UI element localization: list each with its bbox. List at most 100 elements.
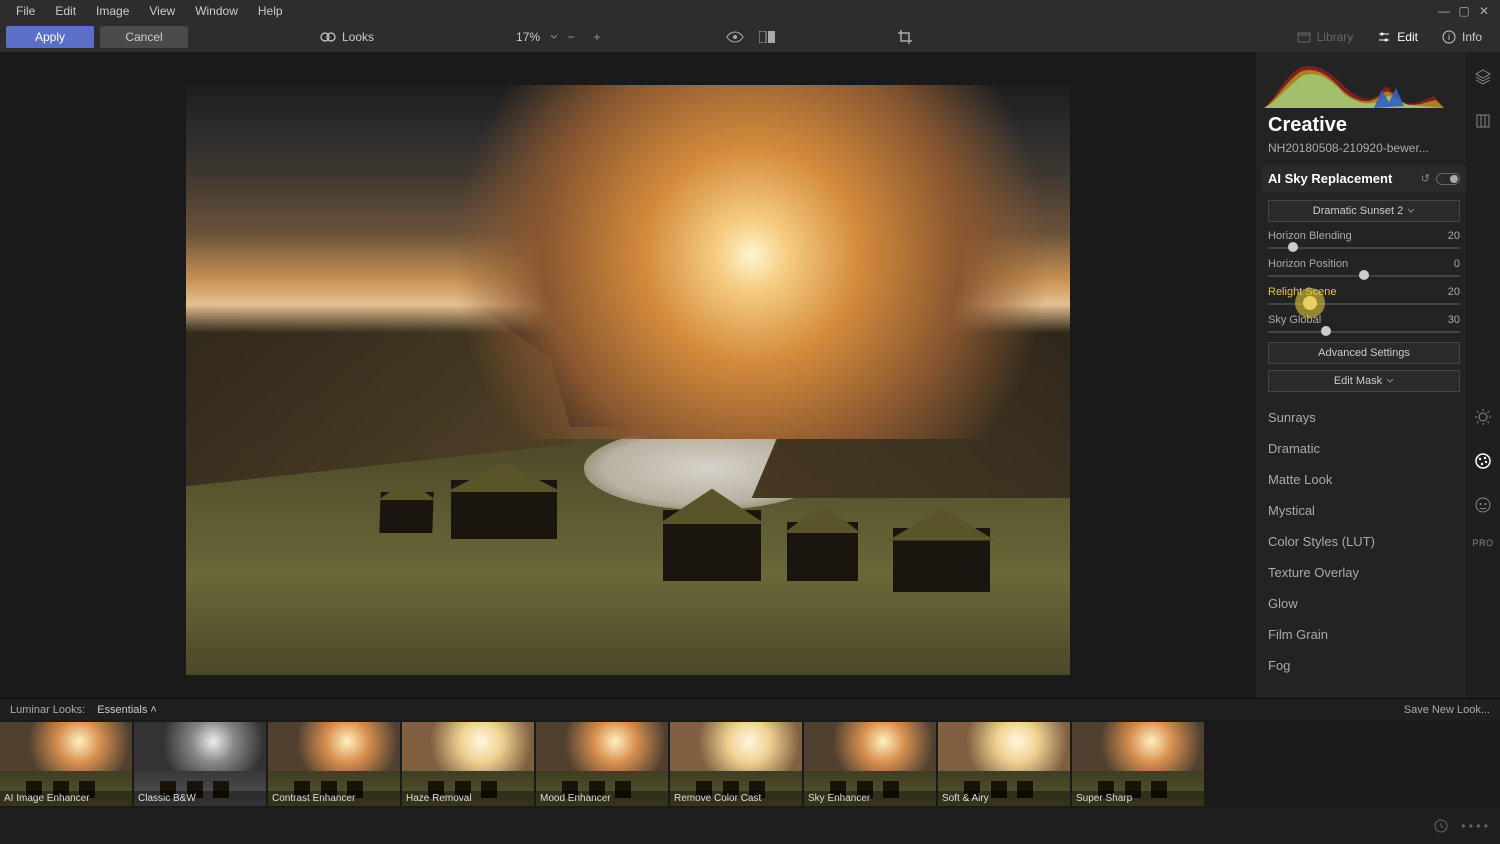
- histogram: [1264, 60, 1444, 108]
- tool-toggle[interactable]: [1436, 173, 1460, 185]
- cancel-button[interactable]: Cancel: [100, 26, 188, 48]
- look-label: Classic B&W: [134, 791, 266, 806]
- maximize-icon[interactable]: ▢: [1456, 3, 1472, 19]
- look-thumb[interactable]: AI Image Enhancer: [0, 722, 132, 806]
- crop-icon[interactable]: [892, 26, 918, 48]
- look-label: Soft & Airy: [938, 791, 1070, 806]
- slider-track[interactable]: [1268, 326, 1460, 336]
- tab-info[interactable]: i Info: [1430, 26, 1494, 48]
- slider-label: Sky Global: [1268, 314, 1321, 326]
- look-thumb[interactable]: Super Sharp: [1072, 722, 1204, 806]
- tool-item-matte-look[interactable]: Matte Look: [1268, 464, 1460, 495]
- zoom-percent[interactable]: 17%: [506, 28, 550, 46]
- look-label: Remove Color Cast: [670, 791, 802, 806]
- looks-category[interactable]: Essentials ˄: [97, 704, 157, 716]
- zoom-out-button[interactable]: −: [558, 26, 584, 48]
- more-icon[interactable]: • • • •: [1461, 819, 1488, 833]
- tool-item-mystical[interactable]: Mystical: [1268, 495, 1460, 526]
- menu-help[interactable]: Help: [250, 2, 291, 20]
- portrait-icon[interactable]: [1472, 494, 1494, 516]
- slider-horizon-blending: Horizon Blending 20: [1268, 230, 1460, 242]
- zoom-in-button[interactable]: +: [584, 26, 610, 48]
- filmstrip[interactable]: AI Image EnhancerClassic B&WContrast Enh…: [0, 720, 1500, 808]
- tool-item-fog[interactable]: Fog: [1268, 650, 1460, 681]
- history-icon[interactable]: [1433, 818, 1449, 834]
- reset-icon[interactable]: ↺: [1421, 172, 1430, 185]
- slider-sky-global: Sky Global 30: [1268, 314, 1460, 326]
- sky-preset-dropdown[interactable]: Dramatic Sunset 2: [1268, 200, 1460, 222]
- tool-item-sunrays[interactable]: Sunrays: [1268, 402, 1460, 433]
- light-icon[interactable]: [1472, 406, 1494, 428]
- look-thumb[interactable]: Classic B&W: [134, 722, 266, 806]
- tool-item-glow[interactable]: Glow: [1268, 588, 1460, 619]
- save-new-look-button[interactable]: Save New Look...: [1404, 704, 1490, 716]
- slider-value: 20: [1448, 286, 1460, 298]
- looks-label: Looks: [342, 30, 374, 44]
- toolbar: Apply Cancel Looks 17% − + Library Edit …: [0, 22, 1500, 52]
- look-label: Mood Enhancer: [536, 791, 668, 806]
- slider-track[interactable]: [1268, 270, 1460, 280]
- tool-header[interactable]: AI Sky Replacement ↺: [1262, 165, 1466, 192]
- look-thumb[interactable]: Contrast Enhancer: [268, 722, 400, 806]
- look-thumb[interactable]: Haze Removal: [402, 722, 534, 806]
- apply-button[interactable]: Apply: [6, 26, 94, 48]
- close-icon[interactable]: ✕: [1476, 3, 1492, 19]
- tab-edit[interactable]: Edit: [1365, 26, 1430, 48]
- slider-value: 0: [1454, 258, 1460, 270]
- chevron-down-icon: [550, 33, 558, 41]
- look-label: Sky Enhancer: [804, 791, 936, 806]
- menu-file[interactable]: File: [8, 2, 43, 20]
- status-bar: • • • •: [0, 808, 1500, 844]
- filename-label: NH20180508-210920-bewer...: [1268, 141, 1460, 155]
- tool-item-color-styles-lut-[interactable]: Color Styles (LUT): [1268, 526, 1460, 557]
- minimize-icon[interactable]: —: [1436, 3, 1452, 19]
- look-label: AI Image Enhancer: [0, 791, 132, 806]
- sliders-icon: [1377, 30, 1391, 44]
- slider-value: 30: [1448, 314, 1460, 326]
- looks-button[interactable]: Looks: [310, 27, 384, 47]
- look-thumb[interactable]: Mood Enhancer: [536, 722, 668, 806]
- slider-label: Horizon Blending: [1268, 230, 1352, 242]
- tool-item-film-grain[interactable]: Film Grain: [1268, 619, 1460, 650]
- pro-badge: PRO: [1472, 538, 1493, 548]
- chevron-down-icon: [1407, 207, 1415, 215]
- tool-name: AI Sky Replacement: [1268, 171, 1392, 186]
- tool-item-texture-overlay[interactable]: Texture Overlay: [1268, 557, 1460, 588]
- layers-icon[interactable]: [1472, 66, 1494, 88]
- canvas-icon[interactable]: [1472, 110, 1494, 132]
- creative-icon[interactable]: [1472, 450, 1494, 472]
- filmstrip-header: Luminar Looks: Essentials ˄ Save New Loo…: [0, 698, 1500, 720]
- library-icon: [1297, 30, 1311, 44]
- chevron-up-icon: ˄: [150, 704, 156, 716]
- look-label: Haze Removal: [402, 791, 534, 806]
- slider-label: Relight Scene: [1268, 286, 1337, 298]
- advanced-settings-button[interactable]: Advanced Settings: [1268, 342, 1460, 364]
- menu-edit[interactable]: Edit: [47, 2, 84, 20]
- tool-item-dramatic[interactable]: Dramatic: [1268, 433, 1460, 464]
- info-icon: i: [1442, 30, 1456, 44]
- slider-track[interactable]: [1268, 298, 1460, 308]
- canvas-area[interactable]: [0, 52, 1256, 698]
- menu-window[interactable]: Window: [187, 2, 246, 20]
- chevron-down-icon: [1386, 377, 1394, 385]
- edit-mask-button[interactable]: Edit Mask: [1268, 370, 1460, 392]
- look-thumb[interactable]: Soft & Airy: [938, 722, 1070, 806]
- tab-library[interactable]: Library: [1285, 26, 1366, 48]
- look-thumb[interactable]: Remove Color Cast: [670, 722, 802, 806]
- menu-image[interactable]: Image: [88, 2, 137, 20]
- slider-track[interactable]: [1268, 242, 1460, 252]
- look-thumb[interactable]: Sky Enhancer: [804, 722, 936, 806]
- slider-horizon-position: Horizon Position 0: [1268, 258, 1460, 270]
- menu-bar: File Edit Image View Window Help — ▢ ✕: [0, 0, 1500, 22]
- zoom-group: 17% − +: [506, 26, 610, 48]
- right-panel: Creative NH20180508-210920-bewer... AI S…: [1256, 52, 1500, 698]
- photo-preview: [186, 85, 1070, 675]
- svg-text:i: i: [1448, 32, 1450, 42]
- preview-toggle-icon[interactable]: [722, 26, 748, 48]
- slider-label: Horizon Position: [1268, 258, 1348, 270]
- look-label: Contrast Enhancer: [268, 791, 400, 806]
- slider-value: 20: [1448, 230, 1460, 242]
- compare-icon[interactable]: [754, 26, 780, 48]
- menu-view[interactable]: View: [141, 2, 183, 20]
- looks-icon: [320, 29, 336, 45]
